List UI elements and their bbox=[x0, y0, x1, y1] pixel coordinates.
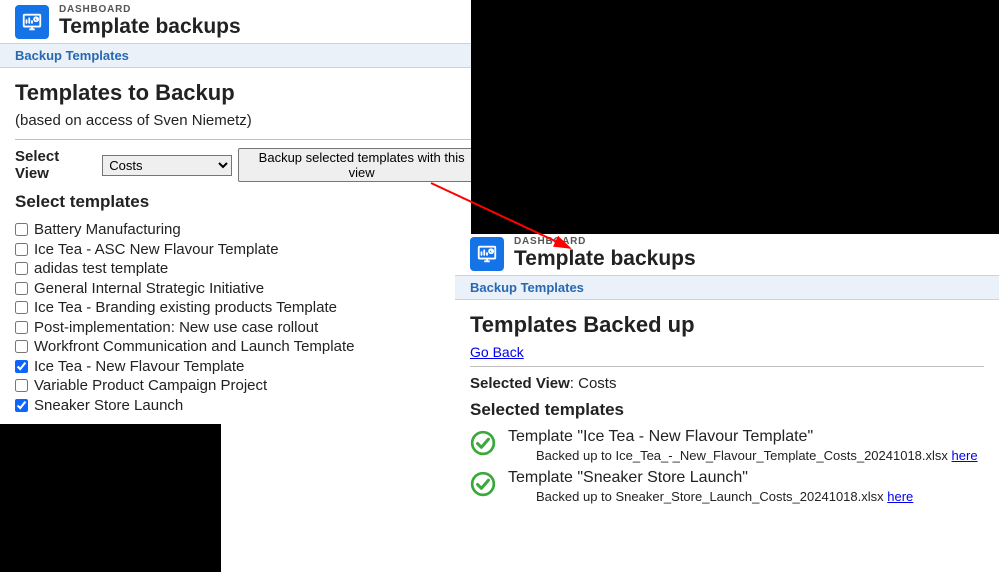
template-label: Battery Manufacturing bbox=[34, 220, 181, 240]
template-label: Sneaker Store Launch bbox=[34, 396, 183, 416]
template-label: adidas test template bbox=[34, 259, 168, 279]
template-item: Ice Tea - New Flavour Template bbox=[15, 357, 485, 377]
template-item: Sneaker Store Launch bbox=[15, 396, 485, 416]
panel-result: DASHBOARD Template backups Backup Templa… bbox=[455, 232, 999, 518]
redaction-box bbox=[0, 424, 221, 572]
result-list: Template "Ice Tea - New Flavour Template… bbox=[470, 428, 984, 504]
template-checkbox[interactable] bbox=[15, 262, 28, 275]
success-icon bbox=[470, 471, 496, 497]
template-label: Ice Tea - Branding existing products Tem… bbox=[34, 298, 337, 318]
selected-templates-heading: Selected templates bbox=[470, 400, 984, 420]
template-list: Battery ManufacturingIce Tea - ASC New F… bbox=[15, 220, 485, 415]
template-label: Ice Tea - New Flavour Template bbox=[34, 357, 244, 377]
template-item: Post-implementation: New use case rollou… bbox=[15, 318, 485, 338]
go-back-link[interactable]: Go Back bbox=[470, 344, 524, 360]
backup-button[interactable]: Backup selected templates with this view bbox=[238, 148, 485, 182]
template-item: Workfront Communication and Launch Templ… bbox=[15, 337, 485, 357]
template-checkbox[interactable] bbox=[15, 399, 28, 412]
template-checkbox[interactable] bbox=[15, 243, 28, 256]
access-note: (based on access of Sven Niemetz) bbox=[15, 112, 485, 129]
template-checkbox[interactable] bbox=[15, 223, 28, 236]
result-detail: Backed up to Sneaker_Store_Launch_Costs_… bbox=[508, 489, 913, 504]
result-item: Template "Sneaker Store Launch" Backed up… bbox=[470, 469, 984, 504]
section-header: Backup Templates bbox=[455, 275, 999, 300]
template-checkbox[interactable] bbox=[15, 282, 28, 295]
template-label: Post-implementation: New use case rollou… bbox=[34, 318, 318, 338]
panel-select: DASHBOARD Template backups Backup Templa… bbox=[0, 0, 500, 427]
template-item: Variable Product Campaign Project bbox=[15, 376, 485, 396]
template-checkbox[interactable] bbox=[15, 340, 28, 353]
result-item: Template "Ice Tea - New Flavour Template… bbox=[470, 428, 984, 463]
template-label: Workfront Communication and Launch Templ… bbox=[34, 337, 354, 357]
template-label: General Internal Strategic Initiative bbox=[34, 279, 264, 299]
select-templates-heading: Select templates bbox=[15, 192, 485, 212]
breadcrumb: DASHBOARD bbox=[514, 236, 696, 247]
section-header: Backup Templates bbox=[0, 43, 500, 68]
template-item: adidas test template bbox=[15, 259, 485, 279]
dashboard-icon bbox=[15, 5, 49, 39]
panel-heading: Templates Backed up bbox=[470, 312, 984, 338]
dashboard-icon bbox=[470, 237, 504, 271]
template-item: General Internal Strategic Initiative bbox=[15, 279, 485, 299]
template-item: Battery Manufacturing bbox=[15, 220, 485, 240]
download-link[interactable]: here bbox=[887, 489, 913, 504]
header: DASHBOARD Template backups bbox=[455, 232, 999, 275]
template-checkbox[interactable] bbox=[15, 321, 28, 334]
result-filename: Sneaker_Store_Launch_Costs_20241018.xlsx bbox=[616, 489, 888, 504]
template-checkbox[interactable] bbox=[15, 301, 28, 314]
divider bbox=[470, 366, 984, 367]
template-item: Ice Tea - Branding existing products Tem… bbox=[15, 298, 485, 318]
template-item: Ice Tea - ASC New Flavour Template bbox=[15, 240, 485, 260]
template-label: Variable Product Campaign Project bbox=[34, 376, 267, 396]
template-label: Ice Tea - ASC New Flavour Template bbox=[34, 240, 279, 260]
result-filename: Ice_Tea_-_New_Flavour_Template_Costs_202… bbox=[616, 448, 952, 463]
selected-view: Selected View: Costs bbox=[470, 375, 984, 392]
result-title: Template "Ice Tea - New Flavour Template… bbox=[508, 428, 978, 446]
page-title: Template backups bbox=[514, 247, 696, 271]
page-title: Template backups bbox=[59, 15, 241, 39]
redaction-box bbox=[471, 0, 999, 234]
result-title: Template "Sneaker Store Launch" bbox=[508, 469, 913, 487]
header: DASHBOARD Template backups bbox=[0, 0, 500, 43]
breadcrumb: DASHBOARD bbox=[59, 4, 241, 15]
view-select[interactable]: Costs bbox=[102, 155, 232, 176]
panel-heading: Templates to Backup bbox=[15, 80, 485, 106]
success-icon bbox=[470, 430, 496, 456]
select-view-label: Select View bbox=[15, 148, 96, 182]
result-detail: Backed up to Ice_Tea_-_New_Flavour_Templ… bbox=[508, 448, 978, 463]
template-checkbox[interactable] bbox=[15, 379, 28, 392]
divider bbox=[15, 139, 485, 140]
download-link[interactable]: here bbox=[952, 448, 978, 463]
template-checkbox[interactable] bbox=[15, 360, 28, 373]
view-selector-row: Select View Costs Backup selected templa… bbox=[15, 148, 485, 182]
